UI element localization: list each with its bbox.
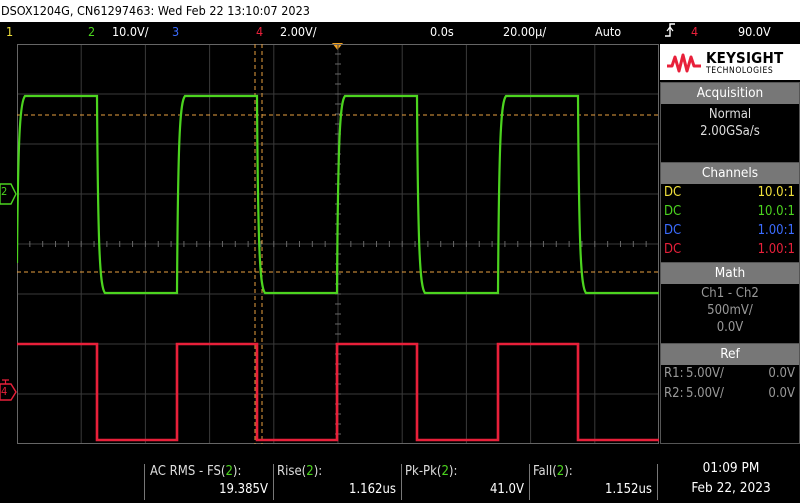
measurement-label[interactable]: AC RMS - FS(2): (150, 464, 241, 479)
acquisition-heading: Acquisition (661, 83, 799, 104)
channel-probe-ratio: 10.0:1 (757, 185, 795, 200)
ch1-number[interactable]: 1 (6, 22, 13, 42)
math-box[interactable]: Math Ch1 - Ch2 500mV/ 0.0V (660, 262, 800, 345)
time-scale[interactable]: 20.00µ/ (503, 22, 546, 42)
ch4-number[interactable]: 4 (256, 22, 263, 42)
acquisition-mode: Normal (708, 107, 752, 122)
measurement-label[interactable]: Fall(2): (533, 464, 573, 479)
channels-heading: Channels (661, 163, 799, 184)
channel-coupling: DC (664, 242, 682, 257)
measurement-label[interactable]: Rise(2): (277, 464, 322, 479)
side-panel: KEYSIGHT TECHNOLOGIES Acquisition Normal… (660, 44, 800, 444)
math-function: Ch1 - Ch2 (701, 286, 759, 301)
measurement-value: 1.152us (605, 482, 652, 497)
measurement-value: 1.162us (349, 482, 396, 497)
ch3-number[interactable]: 3 (172, 22, 179, 42)
measurement-value: 19.385V (219, 482, 268, 497)
waveform-graticule (15, 43, 660, 445)
trigger-level[interactable]: 90.0V (738, 22, 771, 42)
trigger-edge-icon[interactable] (664, 21, 676, 45)
math-offset: 0.0V (716, 320, 744, 335)
channel-coupling: DC (664, 223, 682, 238)
math-heading: Math (661, 263, 799, 284)
ch2-scale[interactable]: 10.0V/ (112, 22, 149, 42)
ch4-waveform (17, 342, 659, 442)
brand-logo: KEYSIGHT TECHNOLOGIES (660, 44, 800, 80)
measurement-label[interactable]: Pk-Pk(2): (405, 464, 457, 479)
channel-coupling: DC (664, 204, 682, 219)
keysight-wave-icon (667, 53, 701, 73)
measurement-value: 41.0V (489, 482, 524, 497)
ch4-ground-marker[interactable]: 4 (0, 377, 17, 401)
trigger-mode[interactable]: Auto (595, 22, 621, 42)
clock-date: Feb 22, 2023 (691, 480, 771, 496)
ref-heading: Ref (661, 344, 799, 365)
brand-sub: TECHNOLOGIES (706, 66, 774, 76)
ref-box[interactable]: Ref R1: 5.00V/ 0.0V R2: 5.00V/ 0.0V (660, 343, 800, 444)
clock-time: 01:09 PM (702, 460, 760, 476)
trigger-channel[interactable]: 4 (691, 22, 698, 42)
acquisition-box[interactable]: Acquisition Normal 2.00GSa/s (660, 82, 800, 166)
measurement-bar: AC RMS - FS(2): 19.385V Rise(2): 1.162us Pk-… (0, 444, 800, 503)
channels-box[interactable]: Channels DC 10.0:1 DC 10.0:1 DC 1.00:1 DC 1.00:… (660, 162, 800, 264)
sample-rate: 2.00GSa/s (700, 124, 760, 139)
ch2-ground-marker[interactable]: 2 (0, 183, 17, 205)
channel-coupling: DC (664, 185, 682, 200)
channel-probe-ratio: 1.00:1 (757, 242, 795, 257)
channel-bar: 1 2 10.0V/ 3 4 2.00V/ 0.0s 20.00µ/ Auto … (0, 22, 800, 42)
brand-name: KEYSIGHT (706, 49, 784, 67)
math-scale: 500mV/ (707, 303, 753, 318)
channel-probe-ratio: 1.00:1 (757, 223, 795, 238)
waveform-display[interactable] (15, 43, 660, 445)
ch2-number[interactable]: 2 (88, 22, 95, 42)
title-bar: DSOX1204G, CN61297463: Wed Feb 22 13:10:… (0, 0, 800, 22)
channel-probe-ratio: 10.0:1 (757, 204, 795, 219)
time-delay[interactable]: 0.0s (430, 22, 454, 42)
ch4-scale[interactable]: 2.00V/ (280, 22, 317, 42)
